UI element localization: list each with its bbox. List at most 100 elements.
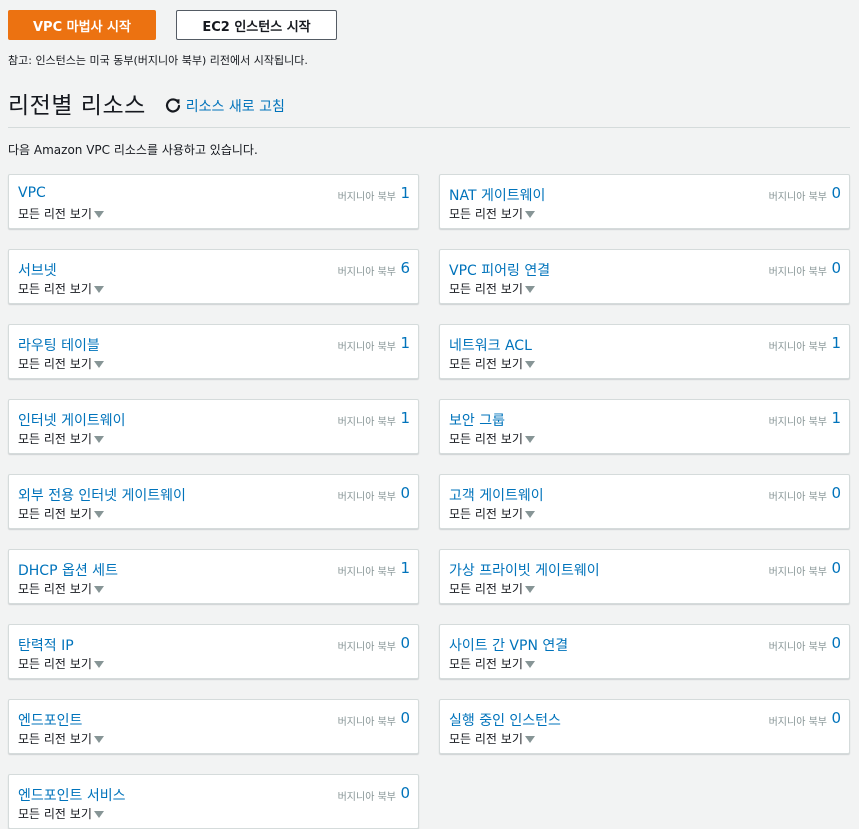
resource-title-link[interactable]: 고객 게이트웨이 — [449, 485, 544, 505]
resource-title-link[interactable]: 보안 그룹 — [449, 410, 505, 430]
region-label: 버지니아 북부 — [768, 717, 827, 728]
launch-ec2-instance-button[interactable]: EC2 인스턴스 시작 — [176, 10, 337, 40]
caret-down-icon — [93, 586, 104, 593]
resource-count[interactable]: 1 — [400, 184, 410, 202]
resource-title-link[interactable]: DHCP 옵션 세트 — [18, 560, 118, 580]
view-all-regions-toggle[interactable]: 모든 리전 보기 — [449, 730, 535, 747]
resource-count[interactable]: 6 — [400, 259, 410, 277]
resource-count[interactable]: 0 — [400, 484, 410, 502]
resource-count[interactable]: 0 — [831, 634, 841, 652]
view-all-regions-toggle[interactable]: 모든 리전 보기 — [449, 205, 535, 222]
view-all-regions-label: 모든 리전 보기 — [449, 657, 523, 671]
resource-count[interactable]: 0 — [831, 184, 841, 202]
refresh-icon — [165, 97, 180, 112]
heading-row: 리전별 리소스 리소스 새로 고침 — [8, 86, 285, 120]
resource-count[interactable]: 0 — [831, 559, 841, 577]
refresh-resources-label: 리소스 새로 고침 — [185, 98, 285, 115]
view-all-regions-toggle[interactable]: 모든 리전 보기 — [18, 430, 104, 447]
resource-title-link[interactable]: 실행 중인 인스턴스 — [449, 710, 561, 730]
view-all-regions-toggle[interactable]: 모든 리전 보기 — [18, 505, 104, 522]
top-actions: VPC 마법사 시작 EC2 인스턴스 시작 — [8, 10, 337, 40]
region-label: 버지니아 북부 — [337, 417, 396, 428]
resource-count[interactable]: 1 — [400, 409, 410, 427]
view-all-regions-label: 모든 리전 보기 — [449, 207, 523, 221]
resource-card: 서브넷 모든 리전 보기 버지니아 북부 6 — [8, 249, 419, 304]
resource-title-link[interactable]: 엔드포인트 서비스 — [18, 785, 126, 805]
caret-down-icon — [524, 586, 535, 593]
resource-title-link[interactable]: VPC 피어링 연결 — [449, 260, 550, 280]
resource-title-link[interactable]: 라우팅 테이블 — [18, 335, 100, 355]
resource-card: VPC 피어링 연결 모든 리전 보기 버지니아 북부 0 — [439, 249, 850, 304]
resource-count[interactable]: 0 — [831, 484, 841, 502]
resource-count[interactable]: 1 — [400, 559, 410, 577]
view-all-regions-toggle[interactable]: 모든 리전 보기 — [18, 805, 104, 822]
view-all-regions-toggle[interactable]: 모든 리전 보기 — [18, 205, 104, 222]
resource-title-link[interactable]: 서브넷 — [18, 260, 57, 280]
view-all-regions-label: 모든 리전 보기 — [18, 507, 92, 521]
resource-count[interactable]: 0 — [831, 259, 841, 277]
view-all-regions-toggle[interactable]: 모든 리전 보기 — [449, 355, 535, 372]
region-label: 버지니아 북부 — [768, 642, 827, 653]
intro-text: 다음 Amazon VPC 리소스를 사용하고 있습니다. — [8, 143, 258, 157]
refresh-resources-link[interactable]: 리소스 새로 고침 — [164, 96, 285, 116]
view-all-regions-label: 모든 리전 보기 — [18, 432, 92, 446]
view-all-regions-toggle[interactable]: 모든 리전 보기 — [449, 655, 535, 672]
resource-card: 엔드포인트 서비스 모든 리전 보기 버지니아 북부 0 — [8, 774, 419, 829]
resource-title-link[interactable]: NAT 게이트웨이 — [449, 185, 545, 205]
view-all-regions-label: 모든 리전 보기 — [18, 207, 92, 221]
view-all-regions-toggle[interactable]: 모든 리전 보기 — [18, 730, 104, 747]
resource-count[interactable]: 0 — [400, 784, 410, 802]
view-all-regions-toggle[interactable]: 모든 리전 보기 — [449, 505, 535, 522]
view-all-regions-label: 모든 리전 보기 — [449, 732, 523, 746]
resource-card: 가상 프라이빗 게이트웨이 모든 리전 보기 버지니아 북부 0 — [439, 549, 850, 604]
caret-down-icon — [524, 286, 535, 293]
resource-count[interactable]: 1 — [831, 334, 841, 352]
resource-title-link[interactable]: VPC — [18, 185, 46, 201]
view-all-regions-toggle[interactable]: 모든 리전 보기 — [18, 280, 104, 297]
region-label: 버지니아 북부 — [337, 192, 396, 203]
region-label: 버지니아 북부 — [337, 792, 396, 803]
resource-title-link[interactable]: 사이트 간 VPN 연결 — [449, 635, 568, 655]
region-label: 버지니아 북부 — [337, 567, 396, 578]
caret-down-icon — [93, 361, 104, 368]
view-all-regions-toggle[interactable]: 모든 리전 보기 — [18, 655, 104, 672]
resource-title-link[interactable]: 외부 전용 인터넷 게이트웨이 — [18, 485, 186, 505]
resource-count[interactable]: 1 — [831, 409, 841, 427]
view-all-regions-toggle[interactable]: 모든 리전 보기 — [449, 580, 535, 597]
page-title: 리전별 리소스 — [8, 93, 146, 119]
divider — [8, 127, 850, 128]
resource-card: 엔드포인트 모든 리전 보기 버지니아 북부 0 — [8, 699, 419, 754]
view-all-regions-toggle[interactable]: 모든 리전 보기 — [18, 580, 104, 597]
resource-title-link[interactable]: 네트워크 ACL — [449, 335, 532, 355]
view-all-regions-toggle[interactable]: 모든 리전 보기 — [18, 355, 104, 372]
resource-card: DHCP 옵션 세트 모든 리전 보기 버지니아 북부 1 — [8, 549, 419, 604]
view-all-regions-toggle[interactable]: 모든 리전 보기 — [449, 430, 535, 447]
resource-title-link[interactable]: 엔드포인트 — [18, 710, 82, 730]
resource-title-link[interactable]: 가상 프라이빗 게이트웨이 — [449, 560, 600, 580]
view-all-regions-toggle[interactable]: 모든 리전 보기 — [449, 280, 535, 297]
resource-count[interactable]: 1 — [400, 334, 410, 352]
region-note: 참고: 인스턴스는 미국 동부(버지니아 북부) 리전에서 시작됩니다. — [8, 54, 308, 67]
resource-count[interactable]: 0 — [831, 709, 841, 727]
resource-title-link[interactable]: 인터넷 게이트웨이 — [18, 410, 126, 430]
resource-count[interactable]: 0 — [400, 634, 410, 652]
caret-down-icon — [524, 736, 535, 743]
view-all-regions-label: 모든 리전 보기 — [18, 357, 92, 371]
caret-down-icon — [93, 211, 104, 218]
caret-down-icon — [93, 436, 104, 443]
region-label: 버지니아 북부 — [337, 717, 396, 728]
view-all-regions-label: 모든 리전 보기 — [449, 357, 523, 371]
caret-down-icon — [93, 286, 104, 293]
launch-vpc-wizard-button[interactable]: VPC 마법사 시작 — [8, 10, 156, 40]
resource-count[interactable]: 0 — [400, 709, 410, 727]
view-all-regions-label: 모든 리전 보기 — [18, 282, 92, 296]
resource-title-link[interactable]: 탄력적 IP — [18, 635, 74, 655]
view-all-regions-label: 모든 리전 보기 — [449, 282, 523, 296]
view-all-regions-label: 모든 리전 보기 — [449, 507, 523, 521]
caret-down-icon — [93, 736, 104, 743]
resource-card: 외부 전용 인터넷 게이트웨이 모든 리전 보기 버지니아 북부 0 — [8, 474, 419, 529]
region-label: 버지니아 북부 — [768, 567, 827, 578]
resource-card: 실행 중인 인스턴스모든 리전 보기 버지니아 북부 0 — [439, 699, 850, 754]
resource-card: VPC 모든 리전 보기 버지니아 북부 1 — [8, 174, 419, 229]
resource-card: 라우팅 테이블 모든 리전 보기 버지니아 북부 1 — [8, 324, 419, 379]
